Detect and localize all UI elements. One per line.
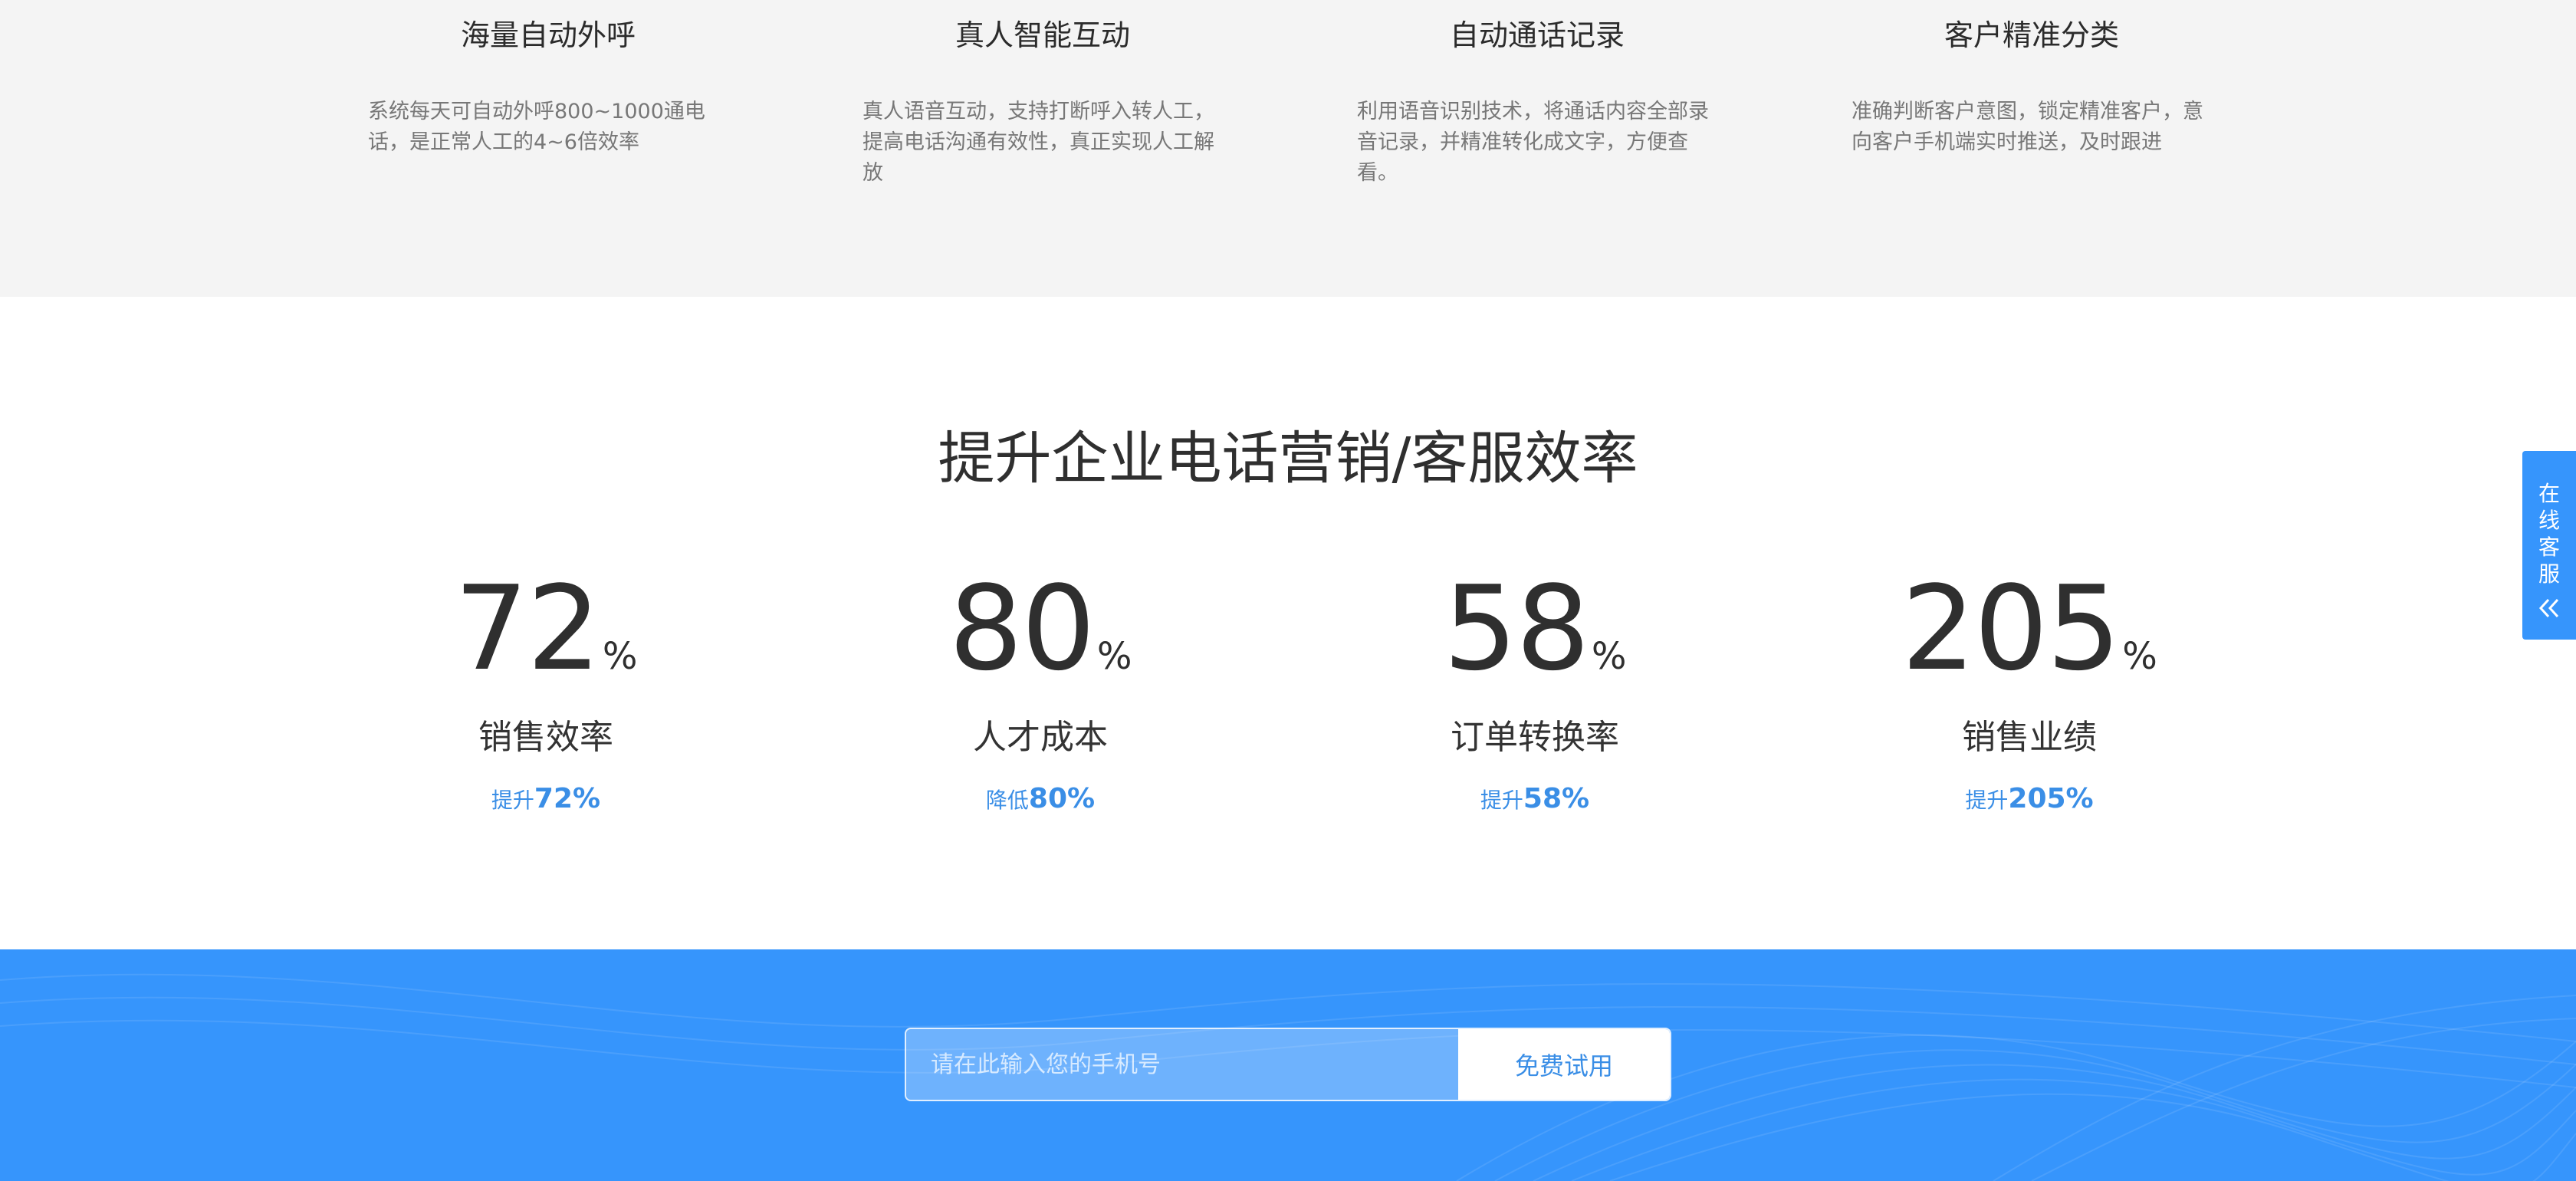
stat-number-row: 58%	[1343, 567, 1727, 690]
online-service-tab[interactable]: 在线客服	[2522, 451, 2576, 640]
feature-item-classification: 客户精准分类 准确判断客户意图，锁定精准客户，意向客户手机端实时推送，及时跟进	[1852, 0, 2212, 158]
stat-sub: 降低80%	[849, 781, 1232, 822]
feature-item-auto-call: 海量自动外呼 系统每天可自动外呼800~1000通电话，是正常人工的4~6倍效率	[368, 0, 728, 158]
stat-number: 58	[1443, 561, 1589, 696]
features-band: 海量自动外呼 系统每天可自动外呼800~1000通电话，是正常人工的4~6倍效率…	[0, 0, 2576, 297]
stat-number-row: 72%	[354, 567, 738, 690]
stat-number: 72	[454, 561, 600, 696]
stat-sub: 提升58%	[1343, 781, 1727, 822]
stat-sub-value: 80%	[1028, 783, 1096, 814]
stat-sub-prefix: 提升	[491, 788, 534, 813]
double-chevron-left-icon	[2538, 598, 2559, 618]
stat-number-row: 80%	[849, 567, 1232, 690]
feature-desc: 利用语音识别技术，将通话内容全部录音记录，并精准转化成文字，方便查看。	[1357, 100, 1709, 185]
feature-item-interaction: 真人智能互动 真人语音互动，支持打断呼入转人工，提高电话沟通有效性，真正实现人工…	[863, 0, 1223, 189]
phone-input[interactable]	[906, 1029, 1458, 1100]
stat-sub-prefix: 降低	[985, 788, 1029, 813]
stat-label: 销售效率	[478, 718, 613, 757]
stat-label: 人才成本	[973, 718, 1108, 757]
stat-sub-value: 72%	[534, 783, 601, 814]
feature-desc: 系统每天可自动外呼800~1000通电话，是正常人工的4~6倍效率	[368, 100, 705, 154]
stat-unit: %	[1096, 635, 1132, 678]
feature-item-call-record: 自动通话记录 利用语音识别技术，将通话内容全部录音记录，并精准转化成文字，方便查…	[1357, 0, 1717, 189]
stat-label: 订单转换率	[1451, 718, 1619, 757]
feature-title: 客户精准分类	[1944, 18, 2119, 52]
stat-talent-cost: 80% 人才成本 降低80%	[849, 567, 1232, 822]
stat-sales-performance: 205% 销售业绩 提升205%	[1838, 567, 2221, 822]
stat-unit: %	[1591, 635, 1627, 678]
stat-sub-value: 205%	[2008, 783, 2094, 814]
free-trial-button[interactable]: 免费试用	[1458, 1029, 1670, 1100]
feature-title: 真人智能互动	[955, 18, 1130, 52]
trial-form: 免费试用	[905, 1028, 1671, 1101]
feature-title: 自动通话记录	[1449, 18, 1625, 52]
stat-sub-prefix: 提升	[1480, 788, 1523, 813]
stat-sub: 提升72%	[354, 781, 738, 822]
stat-sales-efficiency: 72% 销售效率 提升72%	[354, 567, 738, 822]
stat-label: 销售业绩	[1962, 718, 2097, 757]
trial-cta-band: 免费试用	[0, 949, 2576, 1181]
stat-number: 80	[948, 561, 1095, 696]
stat-number: 205	[1901, 561, 2121, 696]
feature-title: 海量自动外呼	[460, 18, 636, 52]
feature-desc: 真人语音互动，支持打断呼入转人工，提高电话沟通有效性，真正实现人工解放	[863, 100, 1214, 185]
stat-unit: %	[2122, 635, 2157, 678]
stats-section-title: 提升企业电话营销/客服效率	[938, 426, 1638, 492]
stat-sub-prefix: 提升	[1965, 788, 2009, 813]
stat-order-conversion: 58% 订单转换率 提升58%	[1343, 567, 1727, 822]
stat-sub: 提升205%	[1838, 781, 2221, 822]
online-service-label: 在线客服	[2538, 481, 2560, 587]
stat-unit: %	[602, 635, 638, 678]
feature-desc: 准确判断客户意图，锁定精准客户，意向客户手机端实时推送，及时跟进	[1852, 100, 2203, 154]
stat-number-row: 205%	[1838, 567, 2221, 690]
stat-sub-value: 58%	[1523, 783, 1590, 814]
